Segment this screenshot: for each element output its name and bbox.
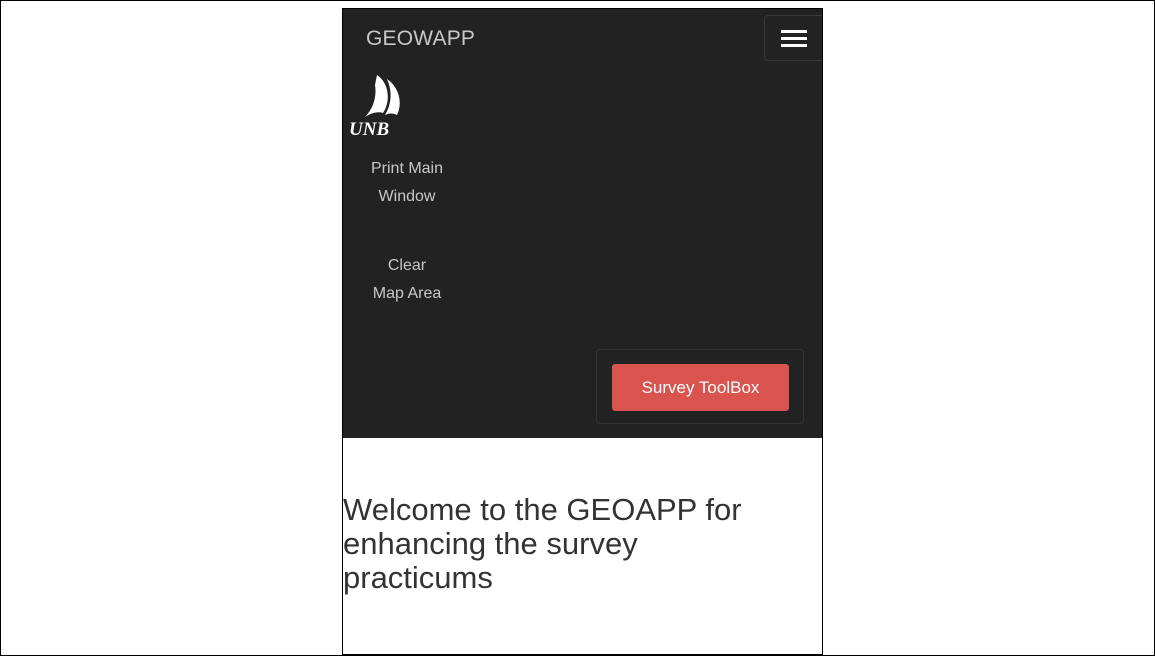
nav-link-label: Print Main: [370, 160, 444, 177]
nav-link-label: Window: [378, 188, 436, 205]
survey-toolbox-button[interactable]: Survey ToolBox: [612, 364, 789, 411]
nav-link-label: Map Area: [372, 285, 442, 302]
welcome-line: enhancing the survey: [343, 526, 638, 561]
unb-logo[interactable]: UNB: [347, 73, 417, 143]
hamburger-menu-icon-bar: [781, 37, 807, 40]
print-main-window-link[interactable]: Print Main Window: [355, 155, 459, 211]
clear-map-area-link[interactable]: Clear Map Area: [355, 252, 459, 308]
navbar: GEOWAPP UNB Print Main Window Clear Map …: [343, 9, 822, 438]
nav-link-label: Clear: [387, 257, 427, 274]
hamburger-menu-icon-bar: [781, 44, 807, 47]
hamburger-menu-icon: [781, 30, 807, 33]
sail-logo-icon: [365, 75, 400, 117]
welcome-line: Welcome to the GEOAPP for: [343, 492, 742, 527]
mobile-viewport: GEOWAPP UNB Print Main Window Clear Map …: [342, 8, 823, 655]
logo-text: UNB: [349, 119, 390, 140]
welcome-heading: Welcome to the GEOAPP for enhancing the …: [343, 493, 803, 595]
navbar-brand[interactable]: GEOWAPP: [366, 27, 475, 51]
menu-toggle-button[interactable]: [764, 15, 822, 61]
welcome-line: practicums: [343, 560, 493, 595]
toolbox-panel: Survey ToolBox: [596, 349, 804, 424]
